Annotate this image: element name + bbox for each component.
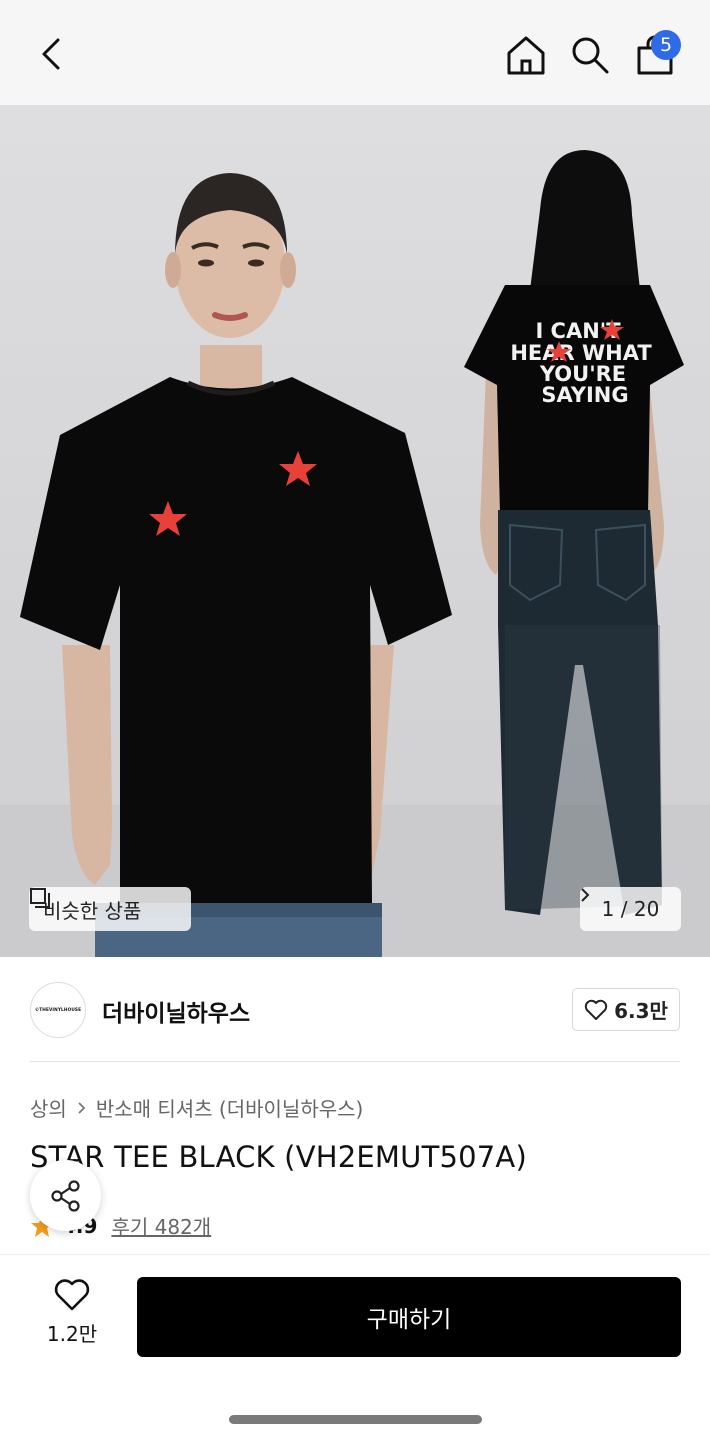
brand-like-button[interactable]: 6.3만	[572, 988, 680, 1031]
top-navigation-bar: 5	[0, 0, 710, 105]
wishlist-button[interactable]: 1.2만	[30, 1278, 114, 1358]
buy-button[interactable]: 구매하기	[137, 1277, 681, 1357]
chevron-right-icon	[581, 888, 590, 902]
home-button[interactable]	[503, 32, 549, 78]
share-button[interactable]	[30, 1160, 101, 1231]
divider	[30, 1061, 680, 1062]
product-title: STAR TEE BLACK (VH2EMUT507A)	[30, 1140, 527, 1174]
brand-logo-text: ©THEVINYLHOUSE	[34, 1007, 82, 1013]
breadcrumb-item-category[interactable]: 상의	[30, 1093, 67, 1122]
wishlist-count: 1.2만	[46, 1322, 98, 1346]
search-button[interactable]	[567, 32, 613, 78]
breadcrumb-item-subcategory[interactable]: 반소매 티셔츠 (더바이닐하우스)	[96, 1093, 364, 1122]
home-indicator[interactable]	[229, 1415, 482, 1424]
product-photo: I CAN'T HEAR WHAT YOU'RE SAYING	[0, 150, 710, 957]
breadcrumb: 상의 반소매 티셔츠 (더바이닐하우스)	[30, 1093, 363, 1122]
image-counter-button[interactable]: 1 / 20	[580, 887, 681, 931]
similar-products-button[interactable]: 비슷한 상품	[29, 887, 191, 931]
brand-like-count: 6.3만	[614, 999, 668, 1023]
bottom-bar-divider	[0, 1254, 710, 1255]
heart-outline-icon	[584, 999, 608, 1020]
chevron-right-icon	[78, 1101, 86, 1114]
svg-text:SAYING: SAYING	[541, 383, 628, 407]
share-icon	[50, 1179, 80, 1212]
chevron-left-icon	[42, 38, 60, 70]
image-counter-label: 1 / 20	[601, 897, 660, 921]
brand-logo[interactable]: ©THEVINYLHOUSE	[30, 982, 86, 1038]
reviews-link[interactable]: 후기 482개	[111, 1211, 211, 1240]
search-icon	[572, 37, 609, 74]
back-button[interactable]	[30, 32, 74, 76]
heart-outline-icon	[54, 1279, 90, 1311]
product-image-carousel[interactable]: I CAN'T HEAR WHAT YOU'RE SAYING 비슷한 상품 1…	[0, 105, 710, 957]
copy-icon	[30, 888, 50, 908]
similar-products-label: 비슷한 상품	[43, 898, 142, 923]
brand-name[interactable]: 더바이닐하우스	[102, 994, 250, 1028]
home-icon	[507, 36, 545, 75]
cart-count-badge: 5	[651, 30, 681, 60]
